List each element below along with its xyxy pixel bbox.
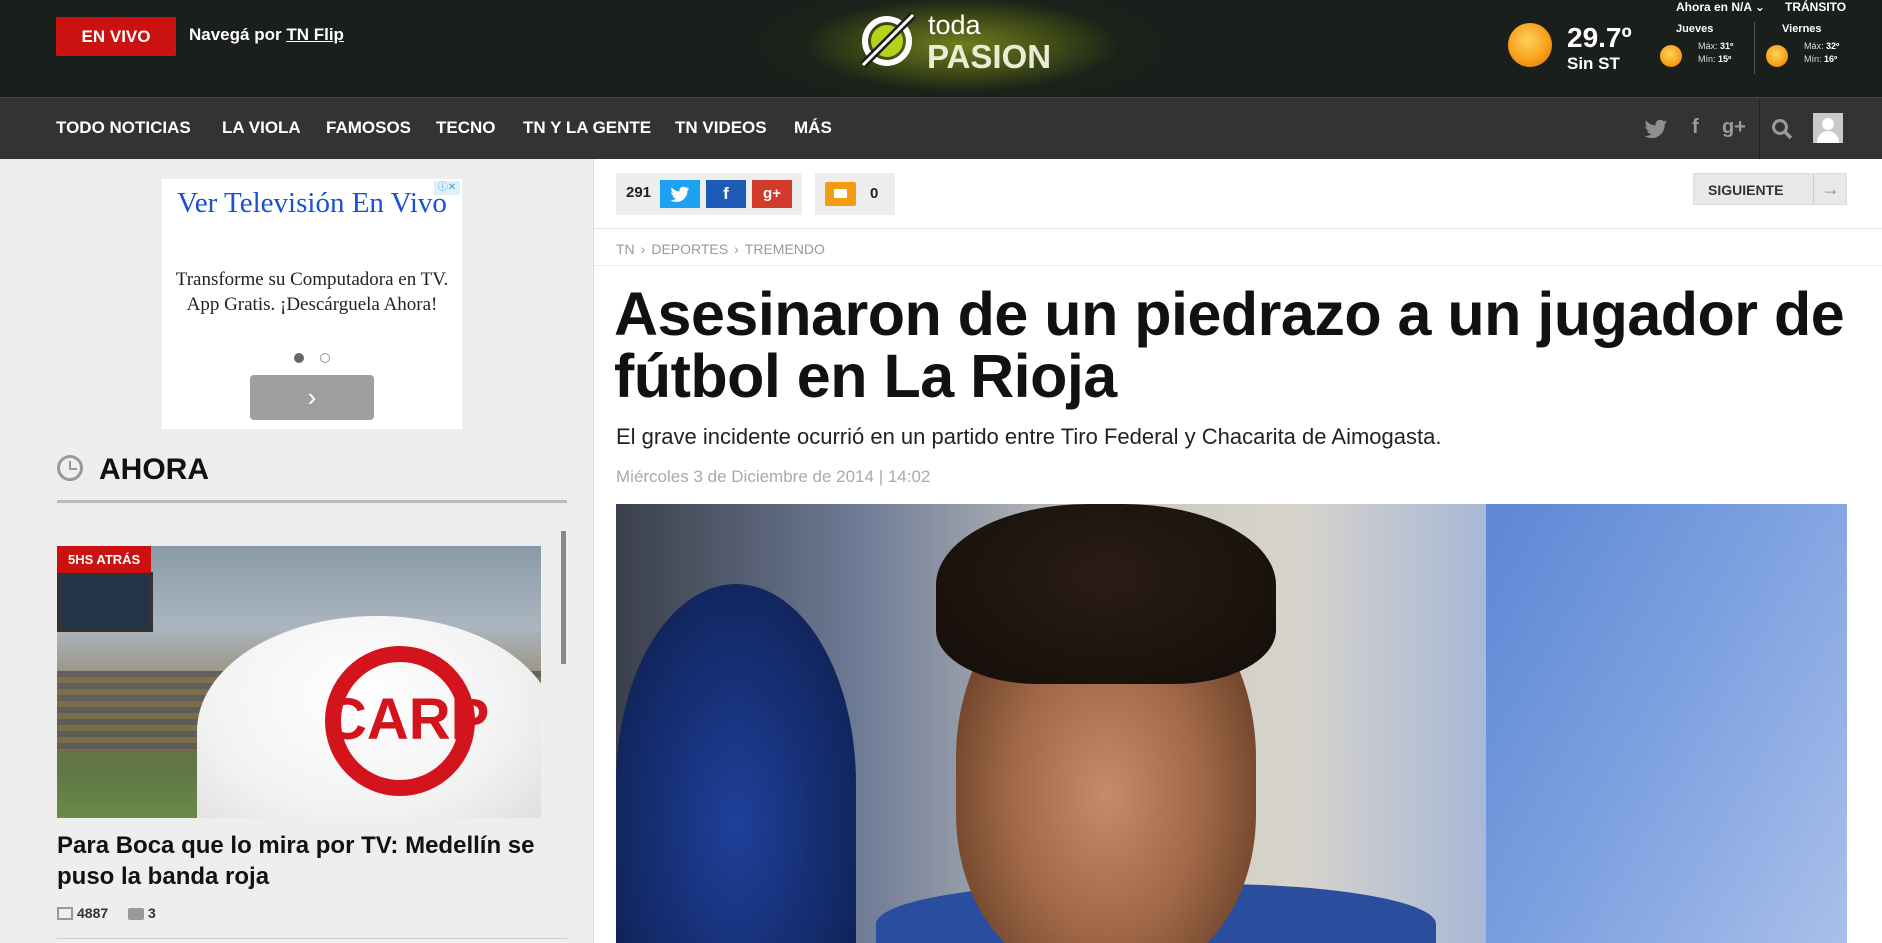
facebook-icon[interactable]: f: [1692, 116, 1699, 139]
sun-small-icon: [1660, 45, 1682, 67]
photo-flag: [1486, 504, 1847, 943]
comments-count: 0: [870, 185, 879, 202]
arrow-right-icon: →: [1813, 174, 1847, 204]
share-icon: [57, 907, 73, 920]
share-bar: 291 f g+: [616, 173, 802, 215]
news-stats: 4887 3: [57, 905, 156, 921]
nav-item-mas[interactable]: MÁS: [794, 118, 832, 138]
breadcrumb-separator: ›: [734, 241, 739, 257]
comments-button[interactable]: 0: [815, 173, 895, 215]
nav-separator: [1759, 98, 1760, 160]
scoreboard: [57, 572, 153, 632]
toda-pasion-logo[interactable]: toda PASION: [855, 8, 1065, 76]
article-headline: Asesinaron de un piedrazo a un jugador d…: [614, 280, 1845, 410]
breadcrumb: TN › DEPORTES › TREMENDO: [616, 241, 825, 257]
sidebar-scrollbar[interactable]: [561, 531, 566, 664]
forecast-jueves: Jueves Máx: 31º Mín: 15º: [1660, 23, 1776, 75]
carousel-dot[interactable]: [320, 353, 330, 363]
nav-item-tecno[interactable]: TECNO: [436, 118, 496, 138]
time-ago-badge: 5HS ATRÁS: [57, 546, 152, 573]
sensacion-termica: Sin ST: [1567, 54, 1620, 73]
search-icon[interactable]: [1771, 118, 1793, 140]
top-bar: EN VIVO Navegá por TN Flip toda PASION 2…: [0, 0, 1882, 97]
current-temperature: 29.7º: [1567, 22, 1632, 53]
nav-item-todo-noticias[interactable]: TODO NOTICIAS: [56, 118, 191, 138]
weather-location-label: Ahora en N/A: [1676, 0, 1752, 14]
forecast-viernes: Viernes Máx: 32º Mín: 16º: [1766, 23, 1882, 75]
forecast-min: Mín: 16º: [1804, 54, 1838, 64]
ad-title[interactable]: Ver Televisión En Vivo: [162, 185, 462, 221]
transito-link[interactable]: TRÁNSITO: [1785, 0, 1846, 14]
section-title-ahora: AHORA: [99, 453, 209, 486]
article-subheadline: El grave incidente ocurrió en un partido…: [616, 424, 1442, 449]
flip-prefix: Navegá por: [189, 25, 282, 44]
google-plus-share-button[interactable]: g+: [752, 180, 792, 208]
article-main-photo[interactable]: [616, 504, 1847, 943]
section-divider: [57, 500, 567, 503]
google-plus-icon: g+: [763, 185, 781, 202]
tn-flip-link[interactable]: TN Flip: [286, 25, 344, 44]
nav-item-tn-y-la-gente[interactable]: TN Y LA GENTE: [523, 118, 651, 138]
news-thumbnail[interactable]: CARP: [57, 546, 541, 818]
forecast-day: Jueves: [1676, 23, 1714, 35]
logo-text-toda: toda: [928, 10, 981, 40]
breadcrumb-item-tremendo[interactable]: TREMENDO: [745, 241, 825, 257]
twitter-icon[interactable]: [1644, 119, 1668, 139]
share-count: 4887: [77, 905, 109, 921]
comment-icon: [128, 908, 145, 920]
news-headline-link[interactable]: Para Boca que lo mira por TV: Medellín s…: [57, 830, 547, 892]
sun-small-icon: [1766, 45, 1788, 67]
next-label: SIGUIENTE: [1708, 182, 1784, 198]
user-avatar-icon[interactable]: [1813, 113, 1843, 143]
ad-body: Transforme su Computadora en TV. App Gra…: [175, 269, 449, 315]
forecast-min: Mín: 15º: [1698, 54, 1732, 64]
nav-item-tn-videos[interactable]: TN VIDEOS: [675, 118, 767, 138]
ad-next-button[interactable]: ›: [250, 375, 374, 420]
nav-item-la-viola[interactable]: LA VIOLA: [222, 118, 301, 138]
facebook-share-button[interactable]: f: [706, 180, 746, 208]
twitter-icon: [670, 186, 690, 202]
main-nav: TODO NOTICIAS LA VIOLA FAMOSOS TECNO TN …: [0, 97, 1882, 160]
article-time: 14:02: [887, 467, 931, 486]
breadcrumb-divider: [594, 265, 1882, 266]
comment-count: 3: [148, 905, 156, 921]
nav-item-famosos[interactable]: FAMOSOS: [326, 118, 411, 138]
article-date: Miércoles 3 de Diciembre de 2014: [616, 467, 874, 486]
logo-mark-icon: [860, 12, 916, 68]
facebook-icon: f: [723, 184, 729, 203]
photo-background-player: [616, 584, 856, 943]
article-dateline: Miércoles 3 de Diciembre de 2014 | 14:02: [616, 467, 931, 486]
forecast-max: Máx: 31º: [1698, 41, 1734, 51]
logo-text-pasion: PASION: [927, 38, 1052, 75]
carousel-dot-active[interactable]: [294, 353, 304, 363]
photo-player-hair: [936, 504, 1276, 684]
ad-banner[interactable]: ⓘ✕ Ver Televisión En Vivo Transforme su …: [162, 179, 462, 429]
article-divider: [594, 228, 1882, 229]
sidebar-divider: [57, 938, 567, 939]
clock-icon: [57, 455, 83, 481]
forecast-max: Máx: 32º: [1804, 41, 1840, 51]
forecast-day: Viernes: [1782, 23, 1822, 35]
breadcrumb-item-deportes[interactable]: DEPORTES: [651, 241, 728, 257]
weather-location-dropdown[interactable]: Ahora en N/A ⌄: [1676, 0, 1765, 14]
crest-letters: CARP: [325, 687, 490, 752]
tn-flip-promo: Navegá por TN Flip: [189, 25, 344, 45]
share-total: 291: [626, 184, 652, 201]
comment-icon: [825, 182, 856, 206]
sun-weather-icon: [1508, 23, 1552, 67]
google-plus-icon[interactable]: g+: [1722, 116, 1746, 139]
breadcrumb-item-tn[interactable]: TN: [616, 241, 635, 257]
live-button[interactable]: EN VIVO: [56, 17, 176, 56]
twitter-share-button[interactable]: [660, 180, 700, 208]
next-article-button[interactable]: SIGUIENTE →: [1693, 173, 1847, 205]
breadcrumb-separator: ›: [640, 241, 646, 257]
forecast-divider: [1754, 22, 1755, 74]
